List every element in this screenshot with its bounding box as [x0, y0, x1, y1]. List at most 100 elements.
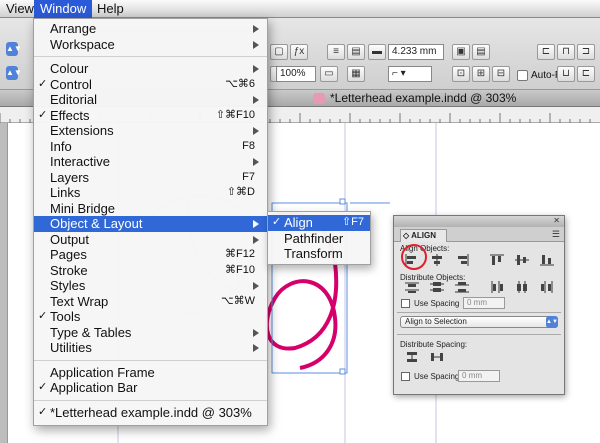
frame-fit-icon[interactable]: ▭	[320, 66, 338, 82]
menu-item-label: Colour	[50, 61, 89, 76]
close-icon[interactable]: ✕	[553, 216, 560, 226]
panel-tab-align[interactable]: ◇ ALIGN	[400, 229, 447, 242]
align-icon[interactable]: ⊔	[557, 66, 575, 82]
fit-icon[interactable]: ⊟	[492, 66, 510, 82]
menu-item[interactable]: Utilities	[34, 340, 267, 356]
checkmark-icon: ✓	[38, 381, 48, 393]
menu-item[interactable]: Text Wrap ⌥⌘W	[34, 294, 267, 310]
checkmark-icon: ✓	[38, 310, 48, 322]
align-icon[interactable]: ⊏	[537, 44, 555, 60]
menu-item[interactable]: ✓ Tools	[34, 309, 267, 325]
distribute-vertical-space-icon[interactable]	[404, 350, 420, 364]
fit-icon[interactable]: ⊡	[452, 66, 470, 82]
document-title[interactable]: *Letterhead example.indd @ 303%	[330, 91, 516, 106]
distribute-vertical-centers-icon[interactable]	[429, 280, 445, 294]
menu-item[interactable]: Output	[34, 232, 267, 248]
menu-item-shortcut: ⇧⌘F10	[215, 108, 255, 121]
menu-item[interactable]: ✓ Application Bar	[34, 380, 267, 396]
distribute-top-icon[interactable]	[404, 280, 420, 294]
use-spacing-checkbox-2[interactable]	[401, 372, 410, 381]
spacing-field[interactable]: 0 mm	[463, 297, 505, 309]
menu-item[interactable]: Interactive	[34, 154, 267, 170]
menu-item-shortcut: F7	[242, 170, 255, 183]
panel-titlebar[interactable]: ✕	[394, 216, 564, 227]
menu-item-label: Application Frame	[50, 364, 155, 380]
menu-item[interactable]: Links ⇧⌘D	[34, 185, 267, 201]
align-to-select[interactable]: Align to Selection ▲▼	[400, 316, 558, 328]
align-right-edges-icon[interactable]	[454, 253, 470, 267]
menu-item-label: Application Bar	[50, 380, 138, 395]
menu-item-label: Output	[50, 231, 90, 247]
menu-item[interactable]: Info F8	[34, 139, 267, 155]
menu-help[interactable]: Help	[91, 0, 130, 18]
stepper-icon[interactable]: ▲▼	[6, 42, 22, 56]
wrap-icon[interactable]: ▣	[452, 44, 470, 60]
autofit-checkbox[interactable]	[517, 70, 528, 81]
menu-item[interactable]: Layers F7	[34, 170, 267, 186]
text-align-icon[interactable]: ≡	[327, 44, 345, 60]
use-spacing-checkbox[interactable]	[401, 299, 410, 308]
submenu-item[interactable]: Transform	[268, 246, 370, 262]
align-top-edges-icon[interactable]	[489, 253, 505, 267]
menu-item-shortcut: ⇧⌘D	[226, 186, 255, 198]
align-horizontal-centers-icon[interactable]	[429, 253, 445, 267]
align-bottom-edges-icon[interactable]	[539, 253, 555, 267]
menu-item[interactable]: Editorial	[34, 92, 267, 108]
menu-item[interactable]: Application Frame	[34, 365, 267, 381]
submenu-item[interactable]: ✓ Align ⇧F7	[268, 215, 370, 231]
stroke-align-icon[interactable]: ▤	[347, 44, 365, 60]
distribute-right-icon[interactable]	[539, 280, 555, 294]
menu-separator	[34, 399, 267, 401]
submenu-arrow-icon	[253, 25, 259, 33]
menu-item[interactable]: Workspace	[34, 37, 267, 53]
panel-divider	[397, 334, 561, 335]
submenu-item-label: Align	[284, 215, 313, 230]
menubar: View Window Help	[0, 0, 600, 18]
stroke-weight-icon[interactable]: ▬	[368, 44, 386, 60]
menu-item[interactable]: ✓ *Letterhead example.indd @ 303%	[34, 405, 267, 421]
menu-item[interactable]: Extensions	[34, 123, 267, 139]
stepper-icon[interactable]: ▲▼	[6, 66, 22, 80]
fx-icon[interactable]: ƒx	[290, 44, 308, 60]
wrap-icon[interactable]: ▤	[472, 44, 490, 60]
distribute-horizontal-centers-icon[interactable]	[514, 280, 530, 294]
menu-item[interactable]: Styles	[34, 278, 267, 294]
spacing-field-2[interactable]: 0 mm	[458, 370, 500, 382]
menu-item[interactable]: ✓ Control ⌥⌘6	[34, 77, 267, 93]
menu-item[interactable]: Type & Tables	[34, 325, 267, 341]
align-vertical-centers-icon[interactable]	[514, 253, 530, 267]
fill-icon[interactable]: ▢	[270, 44, 288, 60]
menu-item-label: Pages	[50, 247, 87, 262]
zoom-field[interactable]: 100%	[276, 66, 316, 82]
menu-item-shortcut: F8	[242, 139, 255, 152]
menu-item[interactable]: Arrange	[34, 21, 267, 37]
stroke-weight-field[interactable]: 4.233 mm	[388, 44, 444, 60]
submenu-item[interactable]: Pathfinder	[268, 231, 370, 247]
use-spacing-label: Use Spacing	[414, 299, 460, 308]
stroke-style-icon[interactable]: ▦	[347, 66, 365, 82]
align-icon[interactable]: ⊐	[577, 44, 595, 60]
checkmark-icon: ✓	[38, 108, 48, 121]
align-icon[interactable]: ⊓	[557, 44, 575, 60]
menu-item[interactable]: Colour	[34, 61, 267, 77]
distribute-bottom-icon[interactable]	[454, 280, 470, 294]
submenu-arrow-icon	[253, 220, 259, 228]
object-layout-submenu: ✓ Align ⇧F7 Pathfinder Transform	[267, 211, 371, 265]
menu-item[interactable]: ✓ Effects ⇧⌘F10	[34, 108, 267, 124]
menu-window[interactable]: Window	[34, 0, 93, 18]
panel-menu-icon[interactable]: ☰	[552, 229, 560, 240]
menu-item-label: Type & Tables	[50, 324, 132, 340]
menu-item[interactable]: Stroke ⌘F10	[34, 263, 267, 279]
align-icon[interactable]: ⊏	[577, 66, 595, 82]
align-to-value: Align to Selection	[405, 317, 467, 326]
submenu-arrow-icon	[253, 96, 259, 104]
menu-item-label: Text Wrap	[50, 293, 109, 309]
distribute-left-icon[interactable]	[489, 280, 505, 294]
distribute-horizontal-space-icon[interactable]	[429, 350, 445, 364]
corner-shape-select[interactable]: ⌐ ▾	[388, 66, 432, 82]
submenu-arrow-icon	[253, 282, 259, 290]
menu-item[interactable]: Mini Bridge	[34, 201, 267, 217]
menu-item[interactable]: Pages ⌘F12	[34, 247, 267, 263]
menu-item[interactable]: Object & Layout	[34, 216, 267, 232]
fit-icon[interactable]: ⊞	[472, 66, 490, 82]
